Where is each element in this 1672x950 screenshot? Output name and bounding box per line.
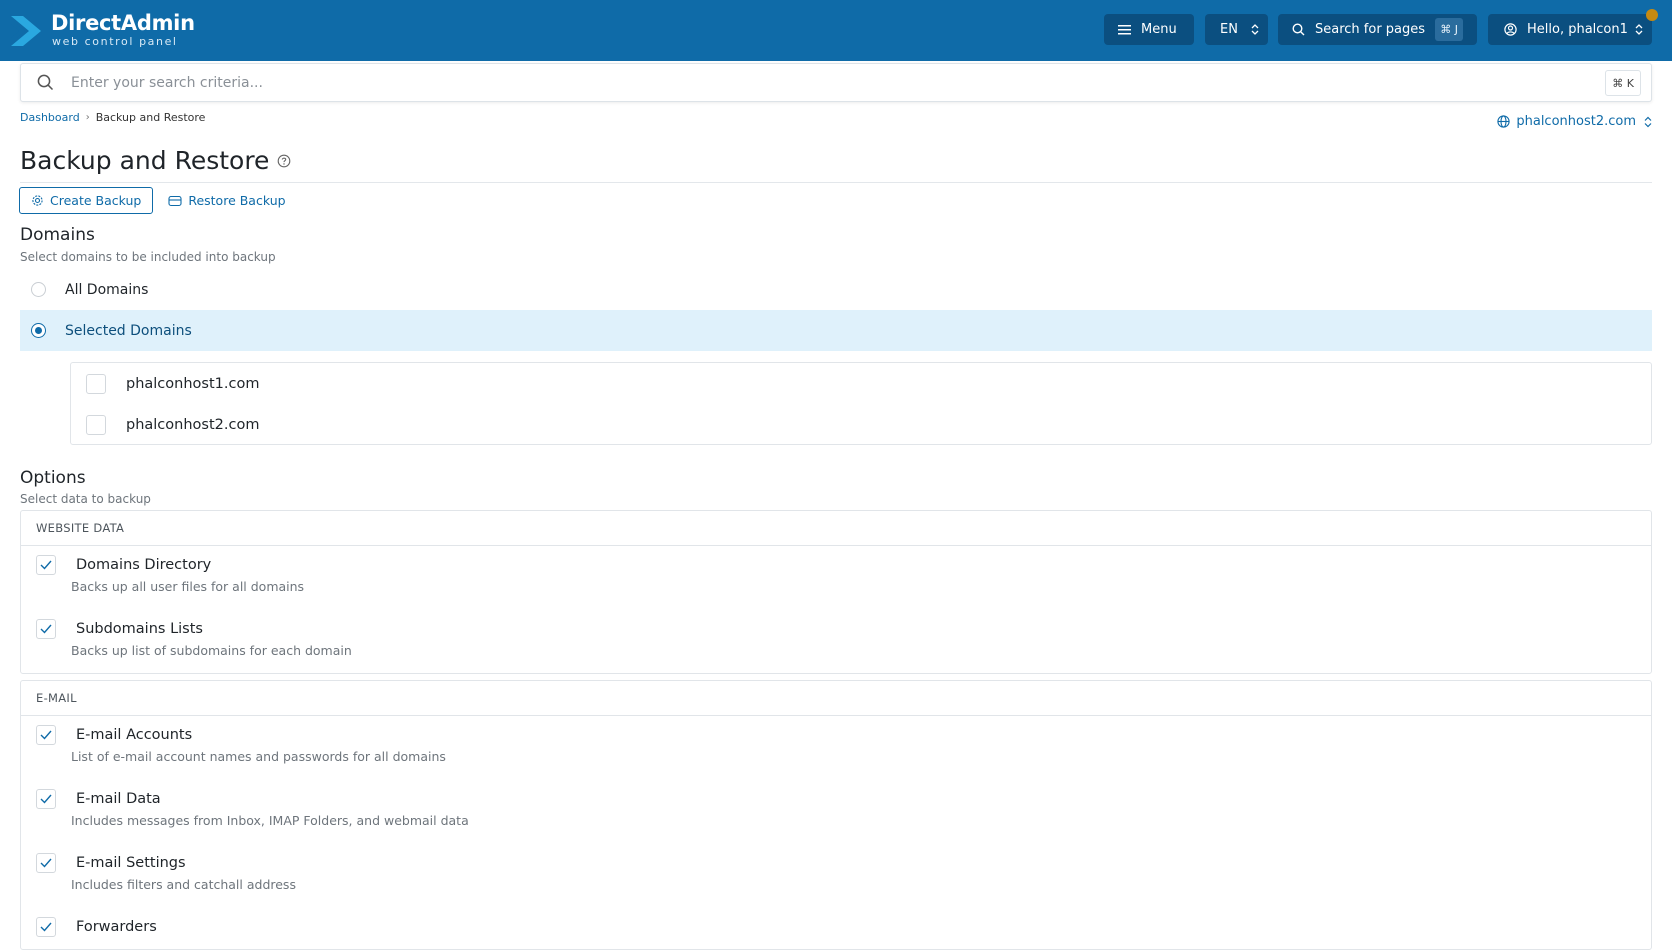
options-section-title: Options [20,468,86,488]
option-label: Subdomains Lists [76,621,203,637]
option-label: Forwarders [76,919,157,935]
check-icon [40,794,52,804]
check-icon [40,624,52,634]
breadcrumb-dashboard-link[interactable]: Dashboard [20,111,80,124]
option-description: Backs up all user files for all domains [71,579,305,594]
search-pages-label: Search for pages [1315,22,1426,37]
brand-subtitle: web control panel [52,35,178,48]
domain-checkbox-item[interactable]: phalconhost2.com [86,413,259,437]
checkbox[interactable] [36,555,56,575]
radio-label: Selected Domains [65,322,192,339]
option-email-accounts[interactable]: E-mail Accounts List of e-mail account n… [36,725,446,764]
radio-label: All Domains [65,281,149,298]
top-bar: DirectAdmin web control panel Menu EN Se… [0,0,1672,61]
domains-section-title: Domains [20,225,95,245]
checkbox[interactable] [36,917,56,937]
email-card: E-MAIL E-mail Accounts List of e-mail ac… [20,680,1652,950]
domain-name: phalconhost1.com [126,376,260,392]
help-icon[interactable] [277,154,291,168]
search-icon [37,74,54,91]
option-subdomains-lists[interactable]: Subdomains Lists Backs up list of subdom… [36,619,352,658]
globe-icon [1497,115,1511,128]
option-domains-directory[interactable]: Domains Directory Backs up all user file… [36,555,304,594]
updown-chevron-icon [1251,24,1259,35]
option-label: E-mail Data [76,791,161,807]
domain-checkbox-item[interactable]: phalconhost1.com [86,372,259,396]
option-email-data[interactable]: E-mail Data Includes messages from Inbox… [36,789,469,828]
updown-chevron-icon [1635,24,1643,35]
menu-label: Menu [1141,22,1177,37]
radio-all-domains[interactable]: All Domains [20,269,1652,310]
options-section-subtitle: Select data to backup [20,492,151,506]
option-label: E-mail Settings [76,855,186,871]
tab-label: Create Backup [50,193,142,208]
domain-list: phalconhost1.com phalconhost2.com [70,362,1652,445]
hamburger-icon [1118,25,1131,35]
check-icon [40,922,52,932]
breadcrumb-current: Backup and Restore [95,111,206,124]
tab-label: Restore Backup [188,193,286,208]
backup-tabs: Create Backup Restore Backup [19,187,298,214]
database-icon [168,195,182,206]
notification-dot [1646,9,1658,21]
domain-selector[interactable]: phalconhost2.com [1497,114,1652,129]
website-data-card: WEBSITE DATA Domains Directory Backs up … [20,510,1652,674]
tab-restore-backup[interactable]: Restore Backup [156,187,297,214]
language-value: EN [1220,22,1238,37]
option-label: E-mail Accounts [76,727,193,743]
group-heading: WEBSITE DATA [21,511,1651,546]
search-pages-button[interactable]: Search for pages ⌘ J [1278,14,1477,45]
tab-create-backup[interactable]: Create Backup [19,187,154,214]
radio-button[interactable] [31,282,46,297]
option-label: Domains Directory [76,557,212,573]
updown-chevron-icon [1644,116,1652,127]
option-forwarders[interactable]: Forwarders [36,917,157,937]
gear-icon [32,195,43,206]
breadcrumb: Dashboard › Backup and Restore [20,111,205,124]
checkbox[interactable] [36,725,56,745]
radio-button[interactable] [31,323,46,338]
brand-title: DirectAdmin [51,11,195,35]
user-menu-button[interactable]: Hello, phalcon1 [1488,14,1652,45]
page-title: Backup and Restore [20,146,291,175]
option-description: Backs up list of subdomains for each dom… [71,643,352,658]
domain-selector-value: phalconhost2.com [1516,114,1636,129]
checkbox[interactable] [36,853,56,873]
check-icon [40,858,52,868]
chevron-right-icon: › [85,112,90,123]
search-icon [1292,23,1305,36]
checkbox[interactable] [86,374,106,394]
option-description: Includes filters and catchall address [71,877,296,892]
directadmin-logo[interactable]: DirectAdmin web control panel [9,10,199,50]
search-pages-shortcut: ⌘ J [1435,18,1463,41]
checkbox[interactable] [36,789,56,809]
option-email-settings[interactable]: E-mail Settings Includes filters and cat… [36,853,296,892]
check-icon [40,560,52,570]
search-input[interactable] [71,72,1471,94]
option-description: List of e-mail account names and passwor… [71,749,446,764]
domain-name: phalconhost2.com [126,417,260,433]
global-search-bar: ⌘ K [20,63,1652,102]
check-icon [40,730,52,740]
menu-button[interactable]: Menu [1104,14,1194,45]
language-select[interactable]: EN [1205,14,1268,45]
group-heading: E-MAIL [21,681,1651,716]
checkbox[interactable] [36,619,56,639]
title-divider [20,182,1652,183]
user-greeting: Hello, phalcon1 [1527,22,1628,37]
domains-section-subtitle: Select domains to be included into backu… [20,250,276,264]
user-icon [1504,23,1517,36]
checkbox[interactable] [86,415,106,435]
directadmin-logo-icon [11,16,41,46]
radio-selected-domains[interactable]: Selected Domains [20,310,1652,351]
search-shortcut: ⌘ K [1605,70,1641,96]
page-title-text: Backup and Restore [20,146,270,175]
option-description: Includes messages from Inbox, IMAP Folde… [71,813,469,828]
